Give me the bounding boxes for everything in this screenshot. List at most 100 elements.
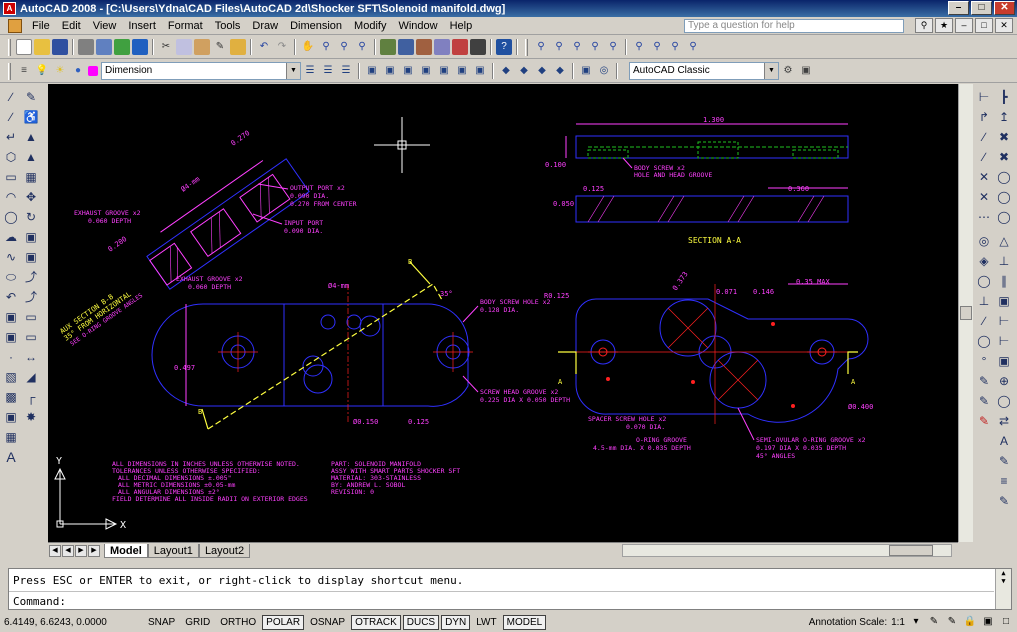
chamfer-icon[interactable]: ◢	[22, 368, 40, 386]
baseline-dimension-icon[interactable]: ◯	[975, 272, 993, 290]
minimize-button[interactable]: –	[948, 1, 969, 15]
revision-cloud-icon[interactable]: ☁	[2, 228, 20, 246]
region-icon[interactable]: ▣	[2, 408, 20, 426]
extension-snap-icon[interactable]: ◯	[995, 168, 1013, 186]
move-icon[interactable]: ✥	[22, 188, 40, 206]
snap-toggle[interactable]: SNAP	[144, 615, 179, 630]
trim-icon[interactable]: ⤴	[22, 268, 40, 286]
sheet-set-icon[interactable]	[434, 39, 450, 55]
autocad-logo-icon[interactable]: A	[3, 2, 16, 15]
osnap-toggle[interactable]: OSNAP	[306, 615, 349, 630]
menu-window[interactable]: Window	[392, 20, 443, 32]
qleader-icon[interactable]: ∕	[975, 312, 993, 330]
arc-length-icon[interactable]: ∕	[975, 128, 993, 146]
midpoint-snap-icon[interactable]: ↥	[995, 108, 1013, 126]
zoom-center-icon[interactable]: ⚲	[587, 39, 603, 55]
ordinate-dimension-icon[interactable]: ∕	[975, 148, 993, 166]
polar-toggle[interactable]: POLAR	[262, 614, 305, 630]
layer-previous-icon[interactable]: ☰	[320, 63, 336, 79]
vertical-scrollbar[interactable]	[958, 84, 973, 542]
menu-insert[interactable]: Insert	[122, 20, 162, 32]
multileader-collect-icon[interactable]: ✎	[995, 492, 1013, 510]
command-prompt[interactable]: Command:	[13, 595, 66, 608]
parallel-snap-icon[interactable]: ∥	[995, 272, 1013, 290]
horizontal-scrollbar[interactable]	[622, 544, 952, 557]
doc-close-button[interactable]: ✕	[995, 18, 1013, 33]
block-editor-icon[interactable]	[230, 39, 246, 55]
zoom-window-2-icon[interactable]: ⚲	[533, 39, 549, 55]
node-snap-icon[interactable]: ⊢	[995, 312, 1013, 330]
iso-view-icon-2[interactable]: ◆	[516, 63, 532, 79]
tab-layout2[interactable]: Layout2	[198, 543, 251, 558]
line-icon[interactable]: ∕	[2, 88, 20, 106]
fillet-icon[interactable]: ┌	[22, 388, 40, 406]
layer-freeze-icon[interactable]: ☀	[52, 63, 68, 79]
insert-block-icon[interactable]: ▣	[2, 308, 20, 326]
menu-draw[interactable]: Draw	[246, 20, 284, 32]
cut-icon[interactable]: ✂	[158, 39, 174, 55]
menu-help[interactable]: Help	[444, 20, 479, 32]
layer-dropdown[interactable]: Dimension ▼	[101, 62, 301, 80]
make-block-icon[interactable]: ▣	[2, 328, 20, 346]
polygon-icon[interactable]: ⬡	[2, 148, 20, 166]
none-snap-icon[interactable]: ▣	[995, 352, 1013, 370]
grid-toggle[interactable]: GRID	[181, 615, 214, 630]
iso-view-icon-4[interactable]: ◆	[552, 63, 568, 79]
zoom-previous-icon[interactable]: ⚲	[354, 39, 370, 55]
osnap-settings-icon[interactable]: ⊕	[995, 372, 1013, 390]
menu-dimension[interactable]: Dimension	[284, 20, 348, 32]
annotation-visibility-icon[interactable]: ✎	[927, 615, 941, 629]
menu-format[interactable]: Format	[162, 20, 209, 32]
scale-icon[interactable]: ▣	[22, 228, 40, 246]
paste-icon[interactable]	[194, 39, 210, 55]
layer-lock-icon[interactable]: ●	[70, 63, 86, 79]
publish-icon[interactable]	[114, 39, 130, 55]
document-icon[interactable]	[8, 18, 22, 33]
break-icon[interactable]: ▭	[22, 328, 40, 346]
array-icon[interactable]: ▦	[22, 168, 40, 186]
tolerance-icon[interactable]: ◯	[975, 332, 993, 350]
apparent-intersection-icon[interactable]: ✖	[995, 148, 1013, 166]
erase-icon[interactable]: ✎	[22, 88, 40, 106]
scroll-thumb[interactable]	[960, 306, 972, 320]
layer-on-icon[interactable]: 💡	[34, 63, 50, 79]
insert-snap-icon[interactable]: ▣	[995, 292, 1013, 310]
perpendicular-snap-icon[interactable]: ⊥	[995, 252, 1013, 270]
tab-layout1[interactable]: Layout1	[147, 543, 199, 558]
diameter-dimension-icon[interactable]: ⋯	[975, 208, 993, 226]
aligned-dimension-icon[interactable]: ↱	[975, 108, 993, 126]
model-toggle[interactable]: MODEL	[502, 614, 547, 630]
center-mark-icon[interactable]: °	[975, 352, 993, 370]
intersection-snap-icon[interactable]: ✖	[995, 128, 1013, 146]
layer-manager-icon[interactable]: ≡	[16, 63, 32, 79]
help-icon[interactable]: ?	[496, 39, 512, 55]
iso-view-icon-3[interactable]: ◆	[534, 63, 550, 79]
markup-icon[interactable]	[452, 39, 468, 55]
zoom-window-icon[interactable]: ⚲	[336, 39, 352, 55]
jogged-dimension-icon[interactable]: ✕	[975, 188, 993, 206]
endpoint-snap-icon[interactable]: ┣	[995, 88, 1013, 106]
text-style-icon[interactable]: A	[995, 432, 1013, 450]
drawing-canvas[interactable]: 0.270 Ø4-mm 0.200 EXHAUST GROOVE x2 0.06…	[48, 84, 958, 544]
match-properties-icon[interactable]: ✎	[212, 39, 228, 55]
view-icon-3[interactable]: ▣	[400, 63, 416, 79]
layer-states-icon[interactable]: ☰	[338, 63, 354, 79]
copy-object-icon[interactable]: ♿	[22, 108, 40, 126]
break-at-point-icon[interactable]: ▭	[22, 308, 40, 326]
rectangle-icon[interactable]: ▭	[2, 168, 20, 186]
construction-line-icon[interactable]: ∕	[2, 108, 20, 126]
chevron-down-icon[interactable]: ▾	[909, 615, 923, 629]
rotate-icon[interactable]: ↻	[22, 208, 40, 226]
first-tab-icon[interactable]: ◀	[49, 544, 61, 557]
chevron-down-icon[interactable]: ▼	[286, 63, 300, 79]
make-current-layer-icon[interactable]: ☰	[302, 63, 318, 79]
workspace-dropdown[interactable]: AutoCAD Classic ▼	[629, 62, 779, 80]
circle-icon[interactable]: ◯	[2, 208, 20, 226]
menu-modify[interactable]: Modify	[348, 20, 392, 32]
table-icon[interactable]: ▦	[2, 428, 20, 446]
stretch-icon[interactable]: ▣	[22, 248, 40, 266]
explode-icon[interactable]: ✸	[22, 408, 40, 426]
tab-model[interactable]: Model	[104, 543, 148, 558]
multiline-text-icon[interactable]: A	[2, 448, 20, 466]
zoom-out-icon[interactable]: ⚲	[649, 39, 665, 55]
